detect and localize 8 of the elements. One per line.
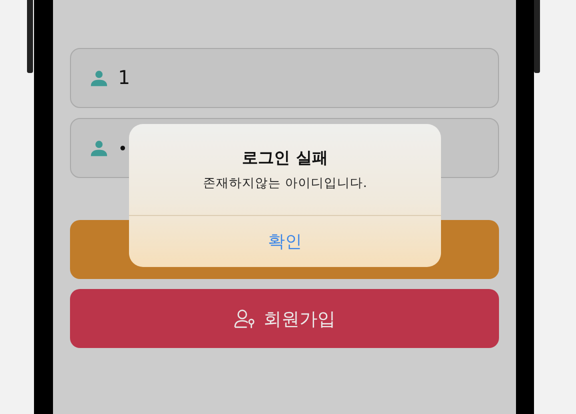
confirm-button[interactable]: 확인 (129, 216, 441, 267)
user-icon (90, 139, 108, 157)
signup-button[interactable]: 회원가입 (70, 289, 499, 348)
alert-title: 로그인 실패 (242, 148, 328, 169)
alert-message: 존재하지않는 아이디입니다. (203, 175, 367, 192)
username-field[interactable]: 1 (70, 48, 499, 108)
user-key-icon (234, 308, 256, 328)
user-icon (90, 69, 108, 87)
